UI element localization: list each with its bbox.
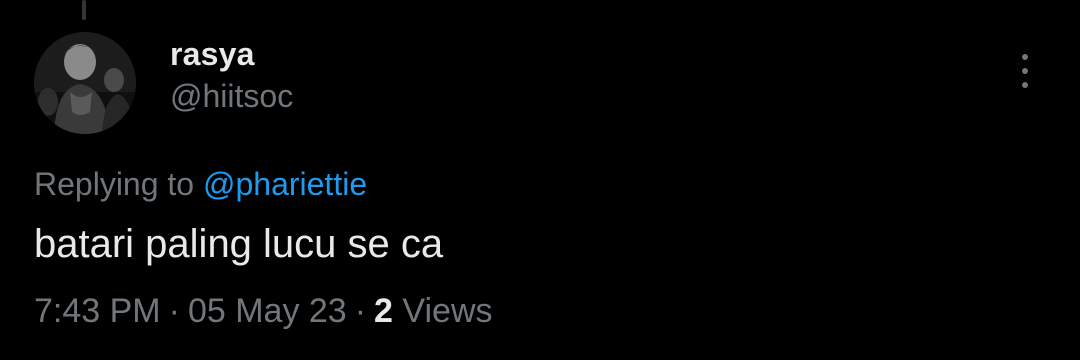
meta-separator: · <box>354 292 367 330</box>
replying-to-mention[interactable]: @phariettie <box>203 166 367 202</box>
meta-separator: · <box>168 292 180 330</box>
tweet-date[interactable]: 05 May 23 <box>188 292 347 330</box>
views-label[interactable]: Views <box>402 292 492 330</box>
tweet-time[interactable]: 7:43 PM <box>34 292 161 330</box>
author-handle[interactable]: @hiitsoc <box>170 78 293 115</box>
views-count[interactable]: 2 <box>374 292 393 330</box>
avatar[interactable] <box>34 32 136 134</box>
tweet-meta: 7:43 PM · 05 May 23 · 2 Views <box>34 292 493 331</box>
more-vertical-icon <box>1022 54 1028 60</box>
author-display-name[interactable]: rasya <box>170 36 255 73</box>
tweet: rasya @hiitsoc Replying to @phariettie b… <box>0 0 1080 360</box>
avatar-image <box>34 32 136 134</box>
tweet-text: batari paling lucu se ca <box>34 222 444 266</box>
thread-connector-line <box>82 0 86 20</box>
more-options-button[interactable] <box>1010 54 1040 88</box>
replying-to-label: Replying to <box>34 166 195 202</box>
replying-to-line: Replying to @phariettie <box>34 166 367 203</box>
